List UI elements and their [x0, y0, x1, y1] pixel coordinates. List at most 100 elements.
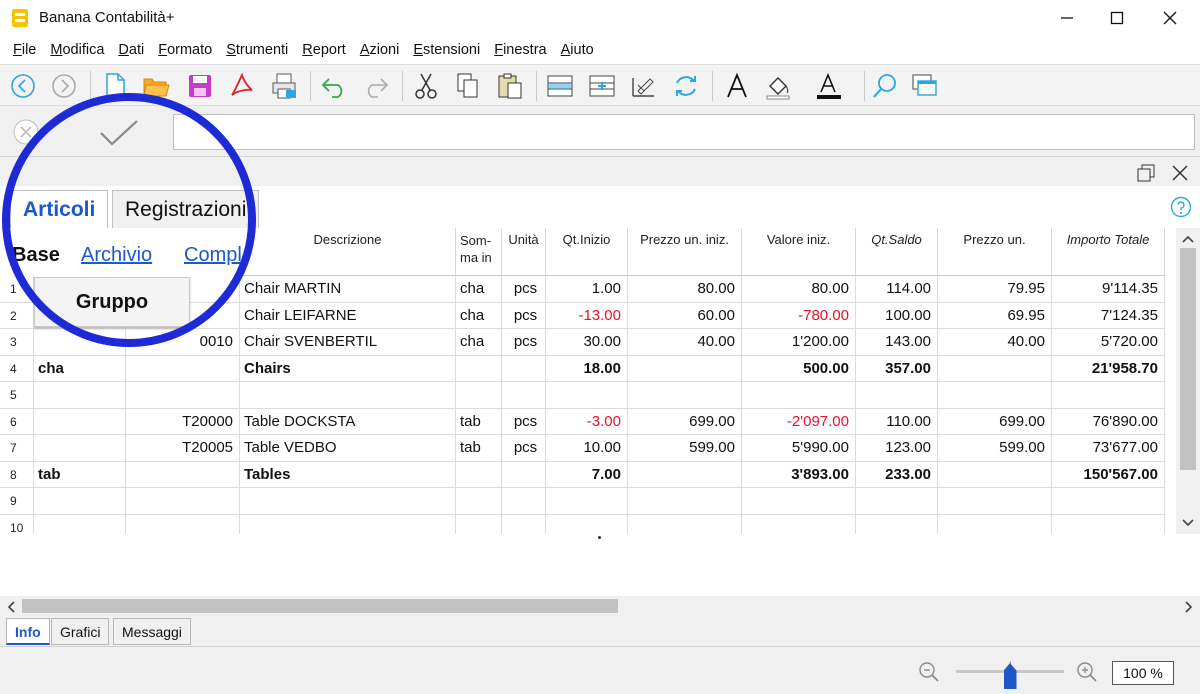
- zoom-slider-thumb[interactable]: [1003, 663, 1017, 689]
- tab-grafici[interactable]: Grafici: [51, 618, 110, 645]
- cell-unita[interactable]: [502, 514, 546, 534]
- cell-qt-inizio[interactable]: 10.00: [546, 435, 628, 461]
- zoom-slider[interactable]: [956, 661, 1064, 689]
- scroll-up-icon[interactable]: [1182, 234, 1194, 244]
- cell-somma[interactable]: [456, 488, 502, 514]
- cell-descr[interactable]: Chair MARTIN: [240, 276, 456, 302]
- cell-somma[interactable]: tab: [456, 408, 502, 434]
- confirm-edit-button[interactable]: [98, 118, 140, 148]
- maximize-button[interactable]: [1090, 0, 1144, 36]
- cell-prezzo-un[interactable]: 79.95: [938, 276, 1052, 302]
- cell-qt-inizio[interactable]: 30.00: [546, 329, 628, 355]
- paste-button[interactable]: [495, 71, 525, 101]
- cell-gruppo[interactable]: [34, 408, 126, 434]
- text-color-button[interactable]: [815, 71, 845, 101]
- cell-valore-iniz[interactable]: [742, 514, 856, 534]
- cell-id[interactable]: T20000: [126, 408, 240, 434]
- search-button[interactable]: [870, 71, 900, 101]
- menu-finestra[interactable]: Finestra: [487, 42, 553, 58]
- cell-descr[interactable]: Table VEDBO: [240, 435, 456, 461]
- add-rows-button[interactable]: [587, 71, 617, 101]
- cell-qt-saldo[interactable]: 233.00: [856, 461, 938, 487]
- cell-id[interactable]: [126, 355, 240, 381]
- zoom-in-button[interactable]: [1076, 661, 1098, 687]
- insert-row-button[interactable]: [545, 71, 575, 101]
- pdf-button[interactable]: [227, 71, 257, 101]
- cell-gruppo[interactable]: cha: [34, 355, 126, 381]
- table-row[interactable]: 9: [0, 488, 1165, 515]
- cell-importo[interactable]: 7'124.35: [1052, 302, 1165, 328]
- cell-prezzo-iniz[interactable]: 60.00: [628, 302, 742, 328]
- fill-color-button[interactable]: [764, 71, 794, 101]
- cell-descr[interactable]: Tables: [240, 461, 456, 487]
- cell-unita[interactable]: pcs: [502, 329, 546, 355]
- column-header-valore-iniz[interactable]: Valore iniz.: [742, 228, 856, 276]
- cell-somma[interactable]: [456, 355, 502, 381]
- tab-messaggi[interactable]: Messaggi: [113, 618, 191, 645]
- cell-qt-inizio[interactable]: [546, 382, 628, 408]
- cell-id[interactable]: [126, 382, 240, 408]
- cell-prezzo-iniz[interactable]: 699.00: [628, 408, 742, 434]
- menu-azioni[interactable]: Azioni: [353, 42, 407, 58]
- menu-report[interactable]: Report: [295, 42, 353, 58]
- print-button[interactable]: [269, 71, 299, 101]
- windows-button[interactable]: [910, 71, 940, 101]
- table-row[interactable]: 3 0010 Chair SVENBERTIL cha pcs 30.00 40.00 1'2…: [0, 329, 1165, 356]
- cell-id[interactable]: [126, 514, 240, 534]
- cell-importo[interactable]: 76'890.00: [1052, 408, 1165, 434]
- cell-qt-saldo[interactable]: [856, 382, 938, 408]
- menu-aiuto[interactable]: Aiuto: [554, 42, 601, 58]
- cell-prezzo-un[interactable]: 599.00: [938, 435, 1052, 461]
- zoom-level[interactable]: 100 %: [1112, 661, 1174, 685]
- cell-somma[interactable]: [456, 461, 502, 487]
- cell-gruppo[interactable]: tab: [34, 461, 126, 487]
- table-row[interactable]: 5: [0, 382, 1165, 409]
- cell-valore-iniz[interactable]: [742, 488, 856, 514]
- cell-somma[interactable]: [456, 514, 502, 534]
- cell-id[interactable]: 0010: [126, 329, 240, 355]
- cell-prezzo-un[interactable]: 699.00: [938, 408, 1052, 434]
- cell-importo[interactable]: [1052, 514, 1165, 534]
- cell-qt-saldo[interactable]: 100.00: [856, 302, 938, 328]
- cell-somma[interactable]: tab: [456, 435, 502, 461]
- cell-prezzo-iniz[interactable]: [628, 382, 742, 408]
- cell-prezzo-un[interactable]: [938, 514, 1052, 534]
- font-button[interactable]: [722, 71, 752, 101]
- cell-qt-inizio[interactable]: -3.00: [546, 408, 628, 434]
- cell-unita[interactable]: [502, 382, 546, 408]
- cell-prezzo-iniz[interactable]: [628, 355, 742, 381]
- tab-info[interactable]: Info: [6, 618, 50, 645]
- back-button[interactable]: [8, 71, 38, 101]
- cell-id[interactable]: T20005: [126, 435, 240, 461]
- cell-prezzo-iniz[interactable]: 599.00: [628, 435, 742, 461]
- column-header-prezzo-un[interactable]: Prezzo un.: [938, 228, 1052, 276]
- cell-prezzo-un[interactable]: [938, 488, 1052, 514]
- refresh-button[interactable]: [671, 71, 701, 101]
- cell-qt-inizio[interactable]: 18.00: [546, 355, 628, 381]
- menu-estensioni[interactable]: Estensioni: [406, 42, 487, 58]
- cell-unita[interactable]: pcs: [502, 276, 546, 302]
- forward-button[interactable]: [49, 71, 79, 101]
- table-row[interactable]: 4 cha Chairs 18.00 500.00 357.00 21'958.70: [0, 355, 1165, 382]
- cell-qt-inizio[interactable]: [546, 514, 628, 534]
- menu-file[interactable]: File: [6, 42, 43, 58]
- zoom-out-button[interactable]: [918, 661, 940, 687]
- cell-unita[interactable]: [502, 355, 546, 381]
- table-row[interactable]: 6 T20000 Table DOCKSTA tab pcs -3.00 699.00 -2'…: [0, 408, 1165, 435]
- cell-unita[interactable]: pcs: [502, 302, 546, 328]
- vertical-scroll-thumb[interactable]: [1180, 248, 1196, 470]
- cell-valore-iniz[interactable]: 1'200.00: [742, 329, 856, 355]
- column-header-gruppo[interactable]: Gruppo: [34, 277, 190, 327]
- cell-somma[interactable]: cha: [456, 302, 502, 328]
- column-header-qt-inizio[interactable]: Qt.Inizio: [546, 228, 628, 276]
- help-button[interactable]: [1170, 196, 1192, 222]
- save-button[interactable]: [185, 71, 215, 101]
- cell-somma[interactable]: cha: [456, 276, 502, 302]
- cell-qt-inizio[interactable]: 7.00: [546, 461, 628, 487]
- cell-gruppo[interactable]: [34, 514, 126, 534]
- cell-importo[interactable]: 150'567.00: [1052, 461, 1165, 487]
- cell-importo[interactable]: 9'114.35: [1052, 276, 1165, 302]
- cut-button[interactable]: [411, 71, 441, 101]
- view-base[interactable]: Base: [12, 244, 60, 267]
- cell-gruppo[interactable]: [34, 488, 126, 514]
